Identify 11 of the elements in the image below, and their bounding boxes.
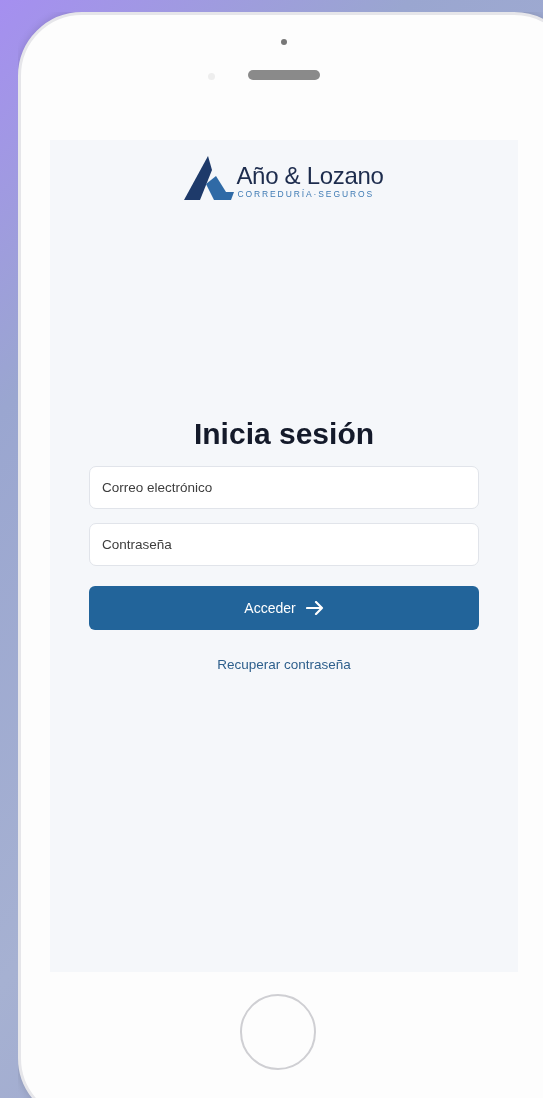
email-field[interactable]: Correo electrónico	[89, 466, 479, 509]
camera-dot	[281, 39, 287, 45]
brand-name: Año & Lozano	[236, 163, 384, 189]
logo-icon	[184, 156, 235, 200]
login-button[interactable]: Acceder	[89, 586, 479, 630]
arrow-right-icon	[305, 601, 324, 615]
brand-tagline: CORREDURÍA·SEGUROS	[237, 189, 376, 199]
password-field[interactable]: Contraseña	[89, 523, 479, 566]
speaker-grille	[248, 70, 320, 80]
recover-password-link[interactable]: Recuperar contraseña	[217, 657, 351, 672]
login-title: Inicia sesión	[193, 416, 375, 452]
